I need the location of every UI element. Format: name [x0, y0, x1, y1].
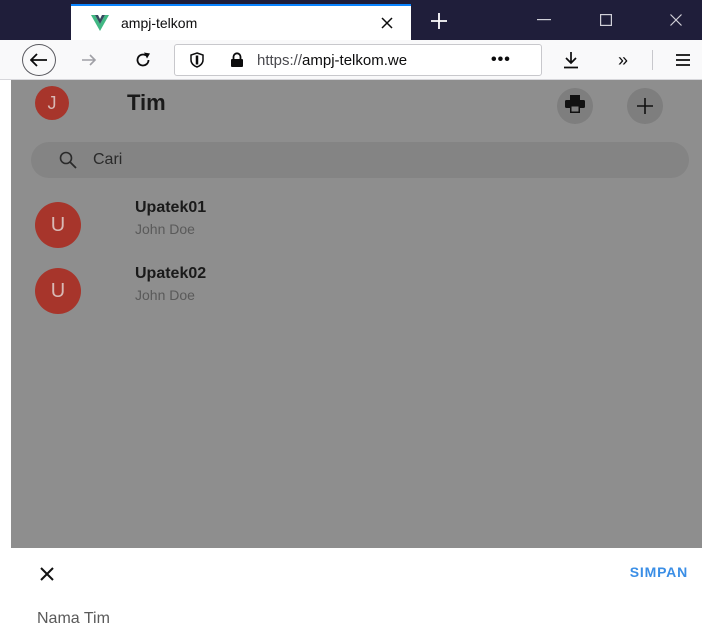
team-avatar: U [35, 268, 81, 314]
download-icon[interactable] [556, 44, 586, 76]
url-text: https://ampj-telkom.we [257, 51, 408, 69]
print-button[interactable] [557, 88, 593, 124]
plus-icon [636, 92, 654, 120]
list-item[interactable]: U Upatek01 John Doe [11, 196, 702, 258]
new-tab-icon[interactable] [421, 4, 457, 38]
close-icon[interactable] [35, 562, 59, 586]
hamburger-menu-icon[interactable] [668, 44, 698, 76]
tracking-shield-icon[interactable] [187, 50, 207, 70]
save-button[interactable]: SIMPAN [630, 564, 688, 580]
window-close-icon[interactable] [650, 0, 702, 40]
reload-icon[interactable] [128, 44, 158, 76]
back-arrow-icon [22, 44, 56, 76]
add-button[interactable] [627, 88, 663, 124]
search-placeholder: Cari [93, 151, 123, 168]
page-actions-button[interactable]: ••• [491, 51, 511, 69]
vue-favicon-icon [91, 14, 109, 32]
new-team-sheet: SIMPAN Nama Tim [11, 548, 702, 630]
back-button[interactable] [14, 44, 64, 76]
printer-icon [565, 94, 585, 118]
forward-arrow-icon[interactable] [74, 44, 104, 76]
user-avatar[interactable]: J [35, 86, 69, 120]
window-maximize-icon[interactable] [580, 0, 632, 40]
team-name-field-label: Nama Tim [37, 610, 110, 627]
team-avatar: U [35, 202, 81, 248]
toolbar-separator [652, 50, 653, 70]
lock-icon[interactable] [227, 50, 247, 70]
tab-close-icon[interactable] [375, 11, 399, 35]
url-bar[interactable]: https://ampj-telkom.we ••• [174, 44, 542, 76]
browser-tab[interactable]: ampj-telkom [71, 4, 411, 40]
tab-title: ampj-telkom [121, 15, 198, 31]
search-icon [57, 149, 79, 171]
browser-tab-strip: ampj-telkom [0, 0, 702, 40]
team-name: Upatek02 [135, 265, 207, 282]
page-title: Tim [127, 90, 166, 115]
list-item[interactable]: U Upatek02 John Doe [11, 262, 702, 324]
overflow-chevron-icon[interactable]: » [608, 44, 638, 76]
window-minimize-icon[interactable] [518, 0, 570, 40]
team-member: John Doe [135, 287, 195, 303]
search-input[interactable]: Cari [31, 142, 689, 178]
team-name: Upatek01 [135, 199, 207, 216]
team-member: John Doe [135, 221, 195, 237]
browser-nav-bar: https://ampj-telkom.we ••• » [0, 40, 702, 80]
app-bar: J Tim [11, 80, 702, 134]
